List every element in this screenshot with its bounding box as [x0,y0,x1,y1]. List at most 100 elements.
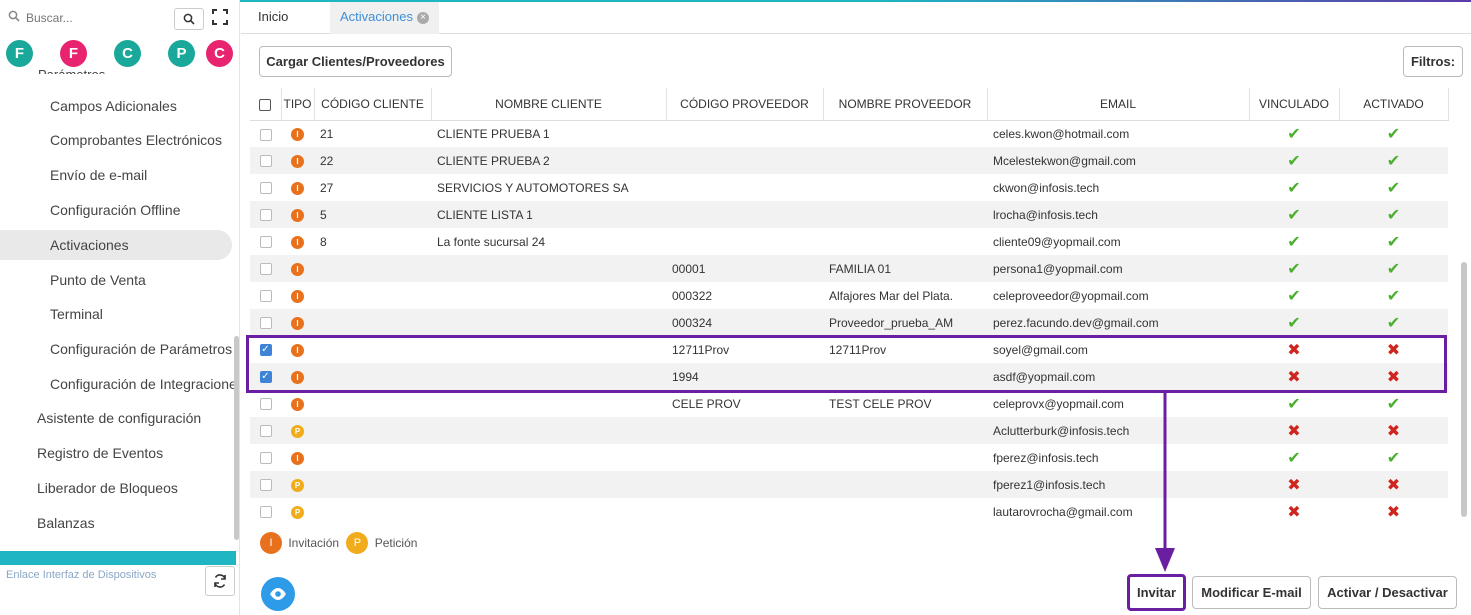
sidebar-item-campos-adicionales[interactable]: Campos Adicionales [50,91,236,121]
table-row[interactable]: I 8 La fonte sucursal 24 cliente09@yopmail.… [250,228,1448,255]
codigo-proveedor-cell [666,147,823,174]
table-row[interactable]: I 5 CLIENTE LISTA 1 lrocha@infosis.tech ✔ ✔ [250,201,1448,228]
select-all-header[interactable] [250,88,282,121]
sidebar-active-section-bar[interactable] [0,551,236,565]
row-select-cell[interactable] [250,498,281,520]
row-select-cell[interactable] [250,174,281,201]
shortcut-c-button[interactable]: C [114,40,141,67]
filters-button[interactable]: Filtros: [1403,46,1463,77]
sidebar-item-balanzas[interactable]: Balanzas [37,508,236,538]
row-checkbox[interactable] [259,128,272,141]
tab-activaciones[interactable]: Activaciones × [330,2,439,34]
refresh-button[interactable] [205,566,235,596]
row-checkbox[interactable] [259,290,272,303]
table-row[interactable]: ✓ I 1994 asdf@yopmail.com ✖ ✖ [250,363,1448,390]
table-row[interactable]: Ifperez@infosis.tech ✔ ✔ [250,444,1448,471]
table-row[interactable]: P Aclutterburk@infosis.tech ✖ ✖ [250,417,1448,444]
column-header-nombre-proveedor[interactable]: NOMBRE PROVEEDOR [823,88,988,121]
column-header-email[interactable]: EMAIL [987,88,1250,121]
close-icon[interactable]: × [416,11,429,24]
row-select-cell[interactable] [250,147,281,174]
activate-deactivate-button[interactable]: Activar / Desactivar [1318,576,1457,609]
sidebar-item-parametros[interactable]: Parámetros [38,64,105,74]
row-select-cell[interactable] [250,228,281,255]
codigo-cliente-cell [314,363,431,390]
tipo-cell: P [281,498,314,520]
invite-button[interactable]: Invitar [1127,574,1186,611]
sidebar-item-configuracion-de-integraciones[interactable]: Configuración de Integraciones [50,369,236,399]
sidebar-item-envio-de-e-mail[interactable]: Envío de e-mail [50,160,236,190]
row-checkbox[interactable] [259,506,272,519]
row-checkbox[interactable] [259,236,272,249]
row-select-cell[interactable] [250,255,281,282]
sidebar-item-comprobantes-electronicos[interactable]: Comprobantes Electrónicos [50,125,236,155]
row-checkbox[interactable] [259,317,272,330]
column-header-codigo-proveedor[interactable]: CÓDIGO PROVEEDOR [666,88,824,121]
row-checkbox-checked[interactable]: ✓ [259,371,272,384]
sidebar-item-asistente-de-configuracion[interactable]: Asistente de configuración [37,403,236,433]
tab-inicio[interactable]: Inicio [258,2,288,34]
search-button[interactable] [174,8,204,30]
sidebar-search-input[interactable] [26,8,146,28]
row-checkbox[interactable] [259,182,272,195]
table-scrollbar[interactable] [1461,262,1467,517]
table-row[interactable]: I 000324 Proveedor_prueba_AM perez.facundo.… [250,309,1448,336]
sidebar-item-configuracion-offline[interactable]: Configuración Offline [50,195,236,225]
request-icon: P [291,424,304,438]
row-select-cell[interactable] [250,471,281,498]
row-checkbox[interactable] [259,155,272,168]
expand-icon[interactable] [212,9,228,25]
row-checkbox[interactable] [259,479,272,492]
shortcut-p-button[interactable]: P [168,40,195,67]
sidebar-item-configuracion-de-parametros[interactable]: Configuración de Parámetros [50,334,236,364]
row-checkbox[interactable] [259,209,272,222]
modify-email-button[interactable]: Modificar E-mail [1192,576,1311,609]
row-checkbox-checked[interactable]: ✓ [259,344,272,357]
column-header-vinculado[interactable]: VINCULADO [1249,88,1340,121]
sidebar-item-activaciones[interactable]: Activaciones [0,230,232,260]
table-row[interactable]: I 000322 Alfajores Mar del Plata. celeprove… [250,282,1448,309]
row-select-cell[interactable] [250,120,281,147]
row-select-cell[interactable] [250,201,281,228]
column-header-codigo-cliente[interactable]: CÓDIGO CLIENTE [314,88,432,121]
row-checkbox[interactable] [259,425,272,438]
table-row[interactable]: ✓ I 12711Prov 12711Prov soyel@gmail.com ✖ ✖ [250,336,1448,363]
row-select-cell[interactable] [250,282,281,309]
select-all-checkbox[interactable] [259,98,272,111]
row-checkbox[interactable] [259,263,272,276]
load-clients-providers-button[interactable]: Cargar Clientes/Proveedores [259,46,452,77]
row-checkbox[interactable] [259,452,272,465]
row-select-cell[interactable] [250,390,281,417]
shortcut-f-button[interactable]: F [6,40,33,67]
sidebar-item-liberador-de-bloqueos[interactable]: Liberador de Bloqueos [37,473,236,503]
table-row[interactable]: I CELE PROV TEST CELE PROV celeprovx@yopmai… [250,390,1448,417]
shortcut-f-button[interactable]: F [60,40,87,67]
row-select-cell[interactable] [250,444,281,471]
table-row[interactable]: I 22 CLIENTE PRUEBA 2 Mcelestekwon@gmail.co… [250,147,1448,174]
row-select-cell[interactable] [250,309,281,336]
sidebar-item-terminal[interactable]: Terminal [50,299,236,329]
view-button[interactable] [261,577,295,611]
nombre-cliente-cell [431,255,666,282]
row-checkbox[interactable] [259,398,272,411]
table-row[interactable]: Pfperez1@infosis.tech ✖ ✖ [250,471,1448,498]
sidebar-scrollbar[interactable] [234,336,239,540]
row-select-cell[interactable]: ✓ [250,336,281,363]
table-row[interactable]: I 21 CLIENTE PRUEBA 1 celes.kwon@hotmail.co… [250,120,1448,147]
row-select-cell[interactable]: ✓ [250,363,281,390]
check-icon: ✔ [1386,287,1401,305]
column-header-tipo[interactable]: TIPO [281,88,315,121]
column-header-nombre-cliente[interactable]: NOMBRE CLIENTE [431,88,667,121]
table-row[interactable]: I 27 SERVICIOS Y AUTOMOTORES SA ckwon@infos… [250,174,1448,201]
table-row[interactable]: Plautarovrocha@gmail.com ✖ ✖ [250,498,1448,520]
row-select-cell[interactable] [250,417,281,444]
shortcut-c-button[interactable]: C [206,40,233,67]
footer-link[interactable]: Enlace Interfaz de Dispositivos [6,569,156,581]
column-header-activado[interactable]: ACTIVADO [1339,88,1449,121]
codigo-proveedor-cell [666,228,823,255]
check-icon: ✔ [1386,179,1401,197]
codigo-proveedor-cell: CELE PROV [672,396,741,411]
table-row[interactable]: I 00001 FAMILIA 01 persona1@yopmail.com ✔ ✔ [250,255,1448,282]
sidebar-item-registro-de-eventos[interactable]: Registro de Eventos [37,438,236,468]
sidebar-item-punto-de-venta[interactable]: Punto de Venta [50,265,236,295]
